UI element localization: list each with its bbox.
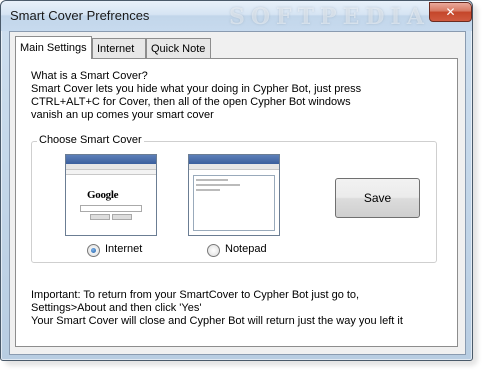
main-settings-panel: What is a Smart Cover? Smart Cover lets …	[15, 58, 458, 347]
tab-label: Main Settings	[20, 42, 87, 54]
internet-cover-thumbnail[interactable]: Google	[65, 154, 157, 236]
thumb-search-button	[90, 214, 110, 220]
window-title: Smart Cover Prefrences	[10, 8, 150, 23]
thumb-titlebar	[66, 155, 156, 164]
save-button[interactable]: Save	[335, 178, 420, 218]
notepad-radio[interactable]	[207, 244, 220, 257]
thumb-search-box	[80, 205, 142, 212]
tab-label: Quick Note	[151, 42, 206, 55]
intro-heading: What is a Smart Cover?	[31, 70, 148, 82]
choose-smart-cover-group: Choose Smart Cover Google Internet Notep…	[31, 134, 437, 263]
notepad-text-area	[193, 175, 275, 231]
internet-radio[interactable]	[87, 244, 100, 257]
text-line	[196, 189, 220, 191]
important-line: Settings>About and then click 'Yes'	[31, 302, 202, 314]
intro-line: CTRL+ALT+C for Cover, then all of the op…	[31, 96, 351, 108]
tab-label: Internet	[97, 42, 135, 55]
important-line: Important: To return from your SmartCove…	[31, 289, 360, 301]
internet-radio-label[interactable]: Internet	[105, 243, 142, 255]
text-line	[196, 179, 228, 181]
important-line: Your Smart Cover will close and Cypher B…	[31, 315, 403, 327]
dialog-window: Smart Cover Prefrences SOFTPEDIA ✕ Main …	[0, 0, 473, 361]
intro-line: vanish an up comes your smart cover	[31, 109, 214, 121]
important-note: Important: To return from your SmartCove…	[31, 289, 451, 328]
tab-internet[interactable]: Internet	[92, 38, 146, 58]
thumb-lucky-button	[112, 214, 132, 220]
intro-line: Smart Cover lets you hide what your doin…	[31, 83, 362, 95]
watermark: SOFTPEDIA	[229, 4, 430, 30]
group-label: Choose Smart Cover	[37, 134, 144, 146]
close-button[interactable]: ✕	[429, 2, 472, 22]
thumb-titlebar	[189, 155, 279, 164]
title-bar[interactable]: Smart Cover Prefrences SOFTPEDIA ✕	[1, 1, 472, 31]
intro-text: What is a Smart Cover? Smart Cover lets …	[31, 70, 441, 122]
notepad-radio-label[interactable]: Notepad	[225, 243, 267, 255]
dialog-client-area: Main Settings Internet Quick Note What i…	[9, 31, 466, 355]
tab-main-settings[interactable]: Main Settings	[15, 36, 92, 59]
text-line	[196, 184, 240, 186]
thumb-menu-bar	[189, 164, 279, 170]
google-logo: Google	[87, 189, 119, 201]
notepad-cover-thumbnail[interactable]	[188, 154, 280, 236]
tab-quick-note[interactable]: Quick Note	[146, 38, 211, 58]
thumb-address-bar	[66, 170, 156, 175]
close-icon: ✕	[445, 5, 456, 19]
